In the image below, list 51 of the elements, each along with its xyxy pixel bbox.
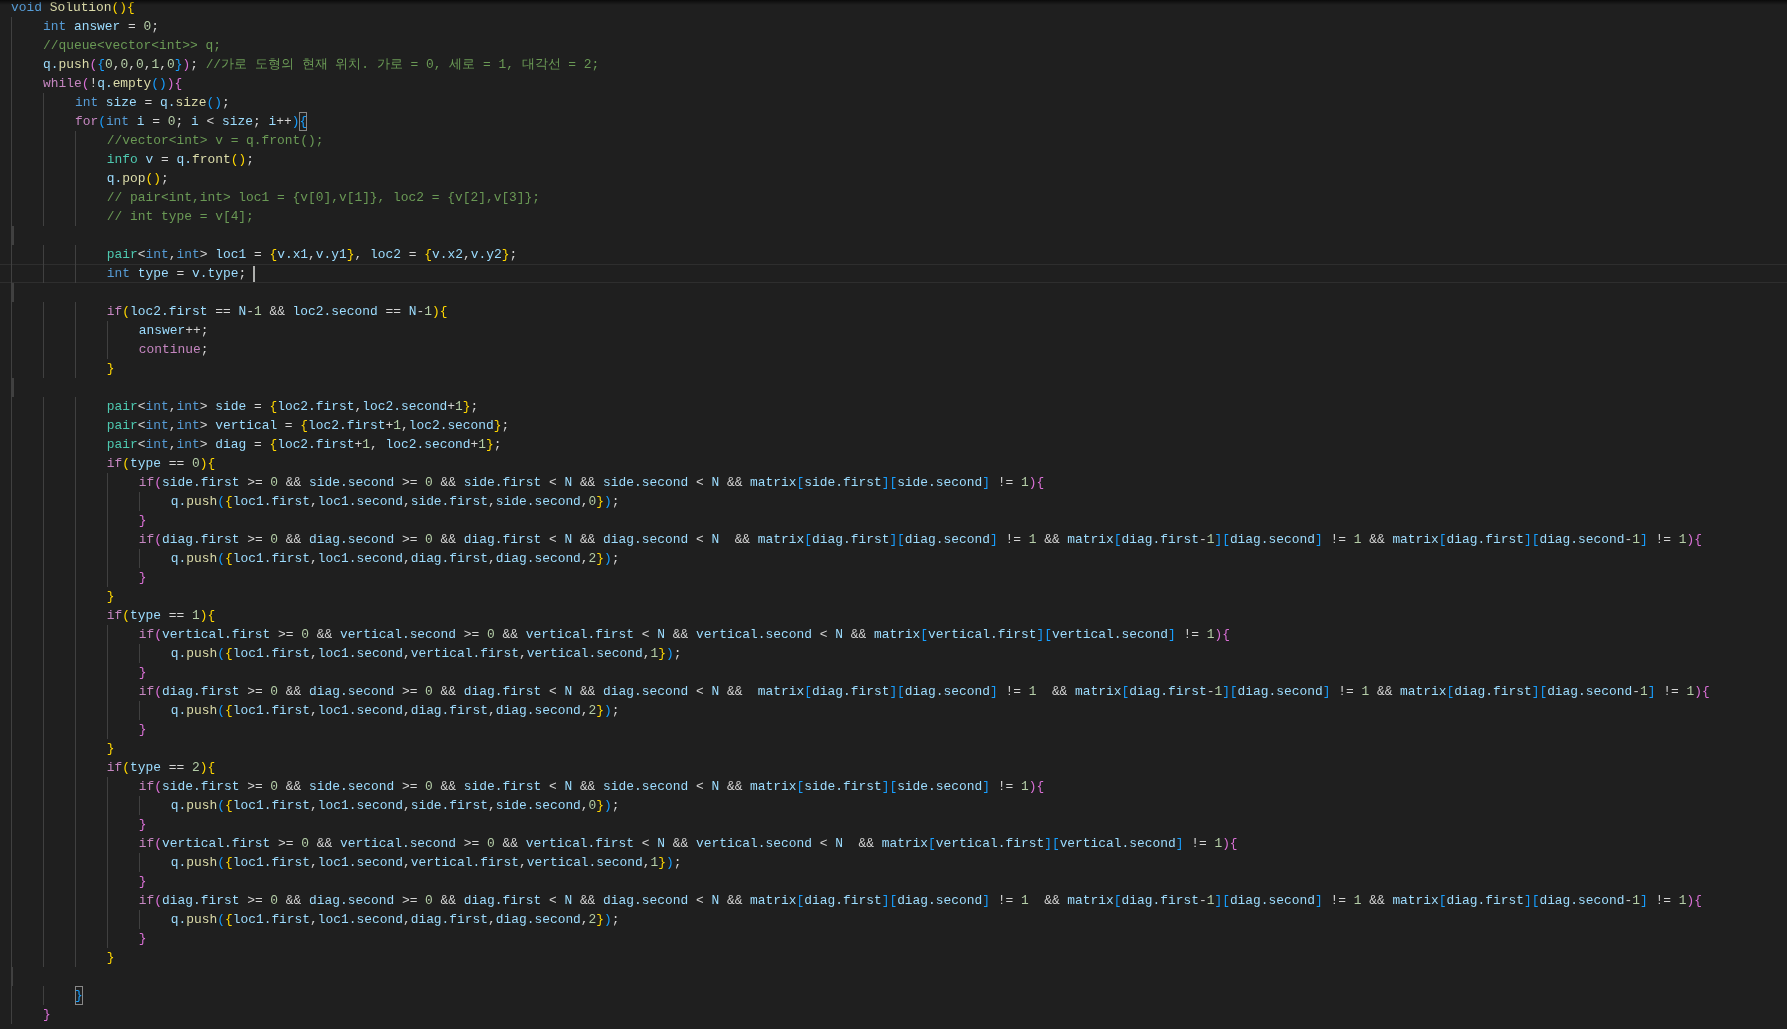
code-line: //vector<int> v = q.front(); — [11, 131, 324, 150]
code-line: } — [11, 663, 147, 682]
code-line: if(loc2.first == N-1 && loc2.second == N-1){ — [11, 302, 448, 321]
code-line: } — [11, 929, 147, 948]
code-line: } — [11, 568, 147, 587]
code-line: if(vertical.first >= 0 && vertical.second >= 0 && vertical.first < N && vertical.second < N && matrix[vertical.first][vertical.second] != 1){ — [11, 834, 1238, 853]
code-line: if(vertical.first >= 0 && vertical.second >= 0 && vertical.first < N && vertical.second < N && matrix[vertical.first][vertical.second] != 1){ — [11, 625, 1230, 644]
code-line: continue; — [11, 340, 209, 359]
code-line: q.push({loc1.first,loc1.second,diag.first,diag.second,2}); — [11, 910, 620, 929]
code-line: int type = v.type; — [11, 264, 247, 283]
code-line: } — [11, 511, 147, 530]
code-line: pair<int,int> vertical = {loc2.first+1,loc2.second}; — [11, 416, 510, 435]
code-line: answer++; — [11, 321, 209, 340]
code-line: if(type == 2){ — [11, 758, 216, 777]
code-line: if(type == 1){ — [11, 606, 216, 625]
code-line: if(diag.first >= 0 && diag.second >= 0 && diag.first < N && diag.second < N && matrix[diag.first][diag.second] != 1 && matrix[diag.first-1][diag.second] != 1 && matrix[diag.first][diag.second-1] != 1){ — [11, 682, 1710, 701]
code-line: int answer = 0; — [11, 17, 160, 36]
code-line: // pair<int,int> loc1 = {v[0],v[1]}, loc2 = {v[2],v[3]}; — [11, 188, 541, 207]
text-cursor — [253, 265, 256, 282]
code-line: pair<int,int> diag = {loc2.first+1, loc2.second+1}; — [11, 435, 502, 454]
code-line: //queue<vector<int>> q; — [11, 36, 221, 55]
code-line: if(side.first >= 0 && side.second >= 0 && side.first < N && side.second < N && matrix[side.first][side.second] != 1){ — [11, 777, 1045, 796]
code-line: q.push({0,0,0,1,0}); //가로 도형의 현재 위치. 가로 = 0, 세로 = 1, 대각선 = 2; — [11, 55, 600, 74]
code-line: q.push({loc1.first,loc1.second,vertical.first,vertical.second,1}); — [11, 853, 682, 872]
code-line: } — [11, 948, 115, 967]
code-line: for(int i = 0; i < size; i++){ — [11, 112, 308, 131]
code-line: } — [11, 986, 83, 1005]
code-line: info v = q.front(); — [11, 150, 254, 169]
code-line: q.pop(); — [11, 169, 169, 188]
code-line: while(!q.empty()){ — [11, 74, 183, 93]
code-line: } — [11, 720, 147, 739]
code-line: q.push({loc1.first,loc1.second,side.first,side.second,0}); — [11, 796, 620, 815]
code-line: q.push({loc1.first,loc1.second,side.first,side.second,0}); — [11, 492, 620, 511]
code-line: if(side.first >= 0 && side.second >= 0 && side.first < N && side.second < N && matrix[side.first][side.second] != 1){ — [11, 473, 1045, 492]
code-line: if(diag.first >= 0 && diag.second >= 0 && diag.first < N && diag.second < N && matrix[diag.first][diag.second] != 1 && matrix[diag.first-1][diag.second] != 1 && matrix[diag.first][diag.second-1] != 1){ — [11, 891, 1702, 910]
code-line: } — [11, 587, 115, 606]
code-line: // int type = v[4]; — [11, 207, 254, 226]
code-line: void Solution(){ — [11, 0, 135, 17]
code-line: int size = q.size(); — [11, 93, 230, 112]
code-line: pair<int,int> loc1 = {v.x1,v.y1}, loc2 = {v.x2,v.y2}; — [11, 245, 518, 264]
code-line: } — [11, 1005, 51, 1024]
code-line: } — [11, 872, 147, 891]
code-line: } — [11, 359, 115, 378]
code-line: pair<int,int> side = {loc2.first,loc2.second+1}; — [11, 397, 479, 416]
code-line: q.push({loc1.first,loc1.second,vertical.first,vertical.second,1}); — [11, 644, 682, 663]
code-line: } — [11, 815, 147, 834]
code-line: } — [11, 739, 115, 758]
code-line: q.push({loc1.first,loc1.second,diag.first,diag.second,2}); — [11, 701, 620, 720]
code-line: q.push({loc1.first,loc1.second,diag.first,diag.second,2}); — [11, 549, 620, 568]
code-line: if(diag.first >= 0 && diag.second >= 0 && diag.first < N && diag.second < N && matrix[diag.first][diag.second] != 1 && matrix[diag.first-1][diag.second] != 1 && matrix[diag.first][diag.second-1] != 1){ — [11, 530, 1702, 549]
code-line: if(type == 0){ — [11, 454, 216, 473]
